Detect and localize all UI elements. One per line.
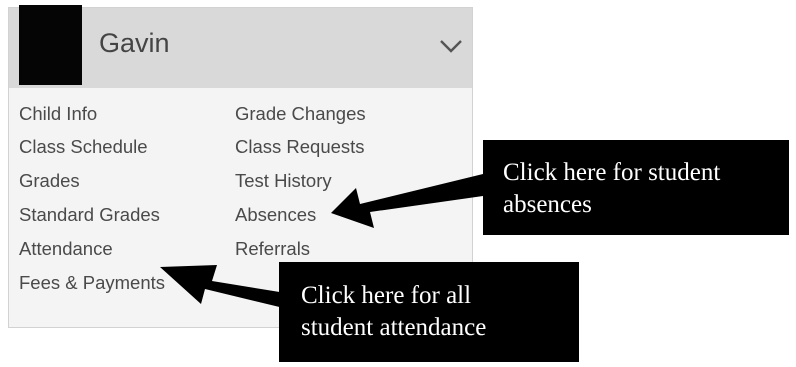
attendance-callout-line-2: student attendance bbox=[301, 314, 487, 341]
arrow-to-absences bbox=[331, 174, 483, 228]
attendance-callout-line-1: Click here for all bbox=[301, 282, 472, 309]
arrow-to-attendance bbox=[160, 265, 292, 310]
attendance-callout: Click here for all student attendance bbox=[279, 262, 579, 362]
